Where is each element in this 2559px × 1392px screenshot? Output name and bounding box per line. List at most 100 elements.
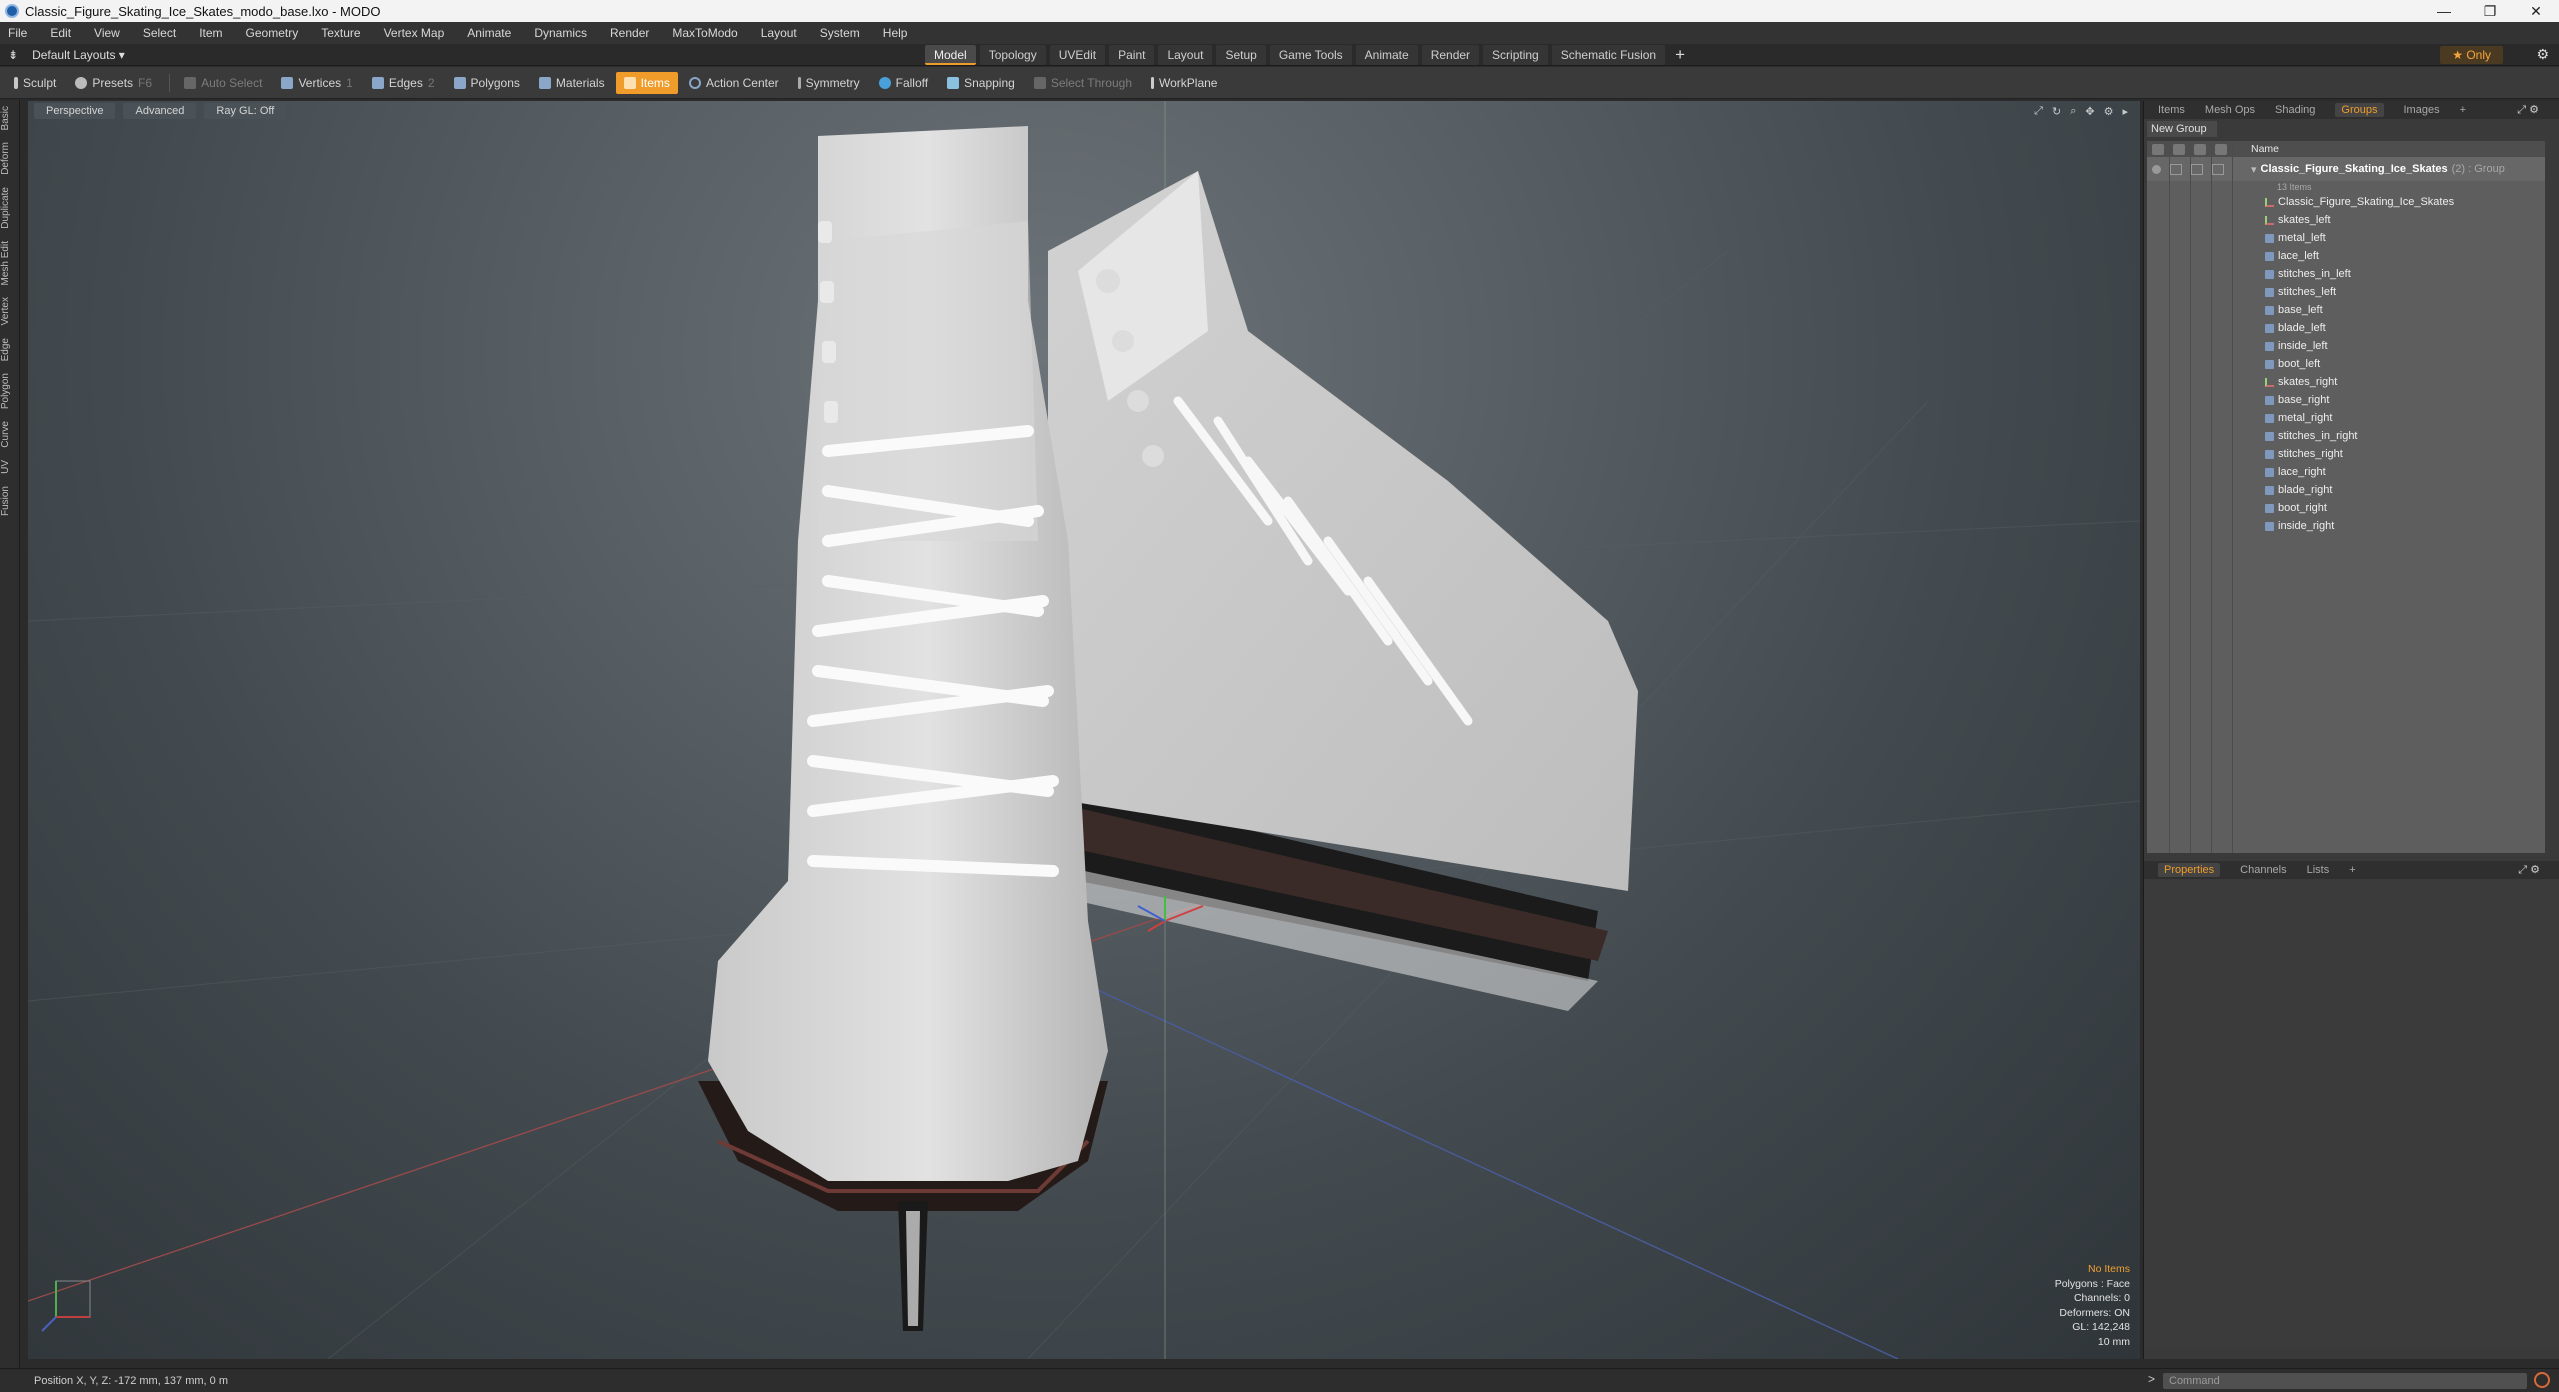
menu-edit[interactable]: Edit bbox=[50, 26, 71, 40]
tab-animate[interactable]: Animate bbox=[1355, 45, 1418, 65]
tab-render[interactable]: Render bbox=[1421, 45, 1480, 65]
menu-item[interactable]: Item bbox=[199, 26, 222, 40]
edges-button[interactable]: Edges 2 bbox=[364, 72, 443, 94]
tab-shading[interactable]: Shading bbox=[2275, 104, 2315, 116]
fit-view-icon[interactable]: ⤢ bbox=[2034, 105, 2043, 118]
list-item-label: base_left bbox=[2278, 304, 2323, 316]
sculpt-button[interactable]: Sculpt bbox=[6, 72, 64, 94]
mesh-icon bbox=[2265, 395, 2274, 405]
tab-vertex[interactable]: Vertex bbox=[0, 291, 20, 331]
tab-uvedit[interactable]: UVEdit bbox=[1049, 45, 1106, 65]
minimize-button[interactable]: — bbox=[2421, 3, 2467, 20]
workplane-button[interactable]: WorkPlane bbox=[1143, 72, 1225, 94]
add-properties-tab-icon[interactable]: + bbox=[2349, 864, 2355, 876]
items-button[interactable]: Items bbox=[615, 71, 678, 94]
right-skate-model[interactable] bbox=[1028, 171, 1638, 1011]
symmetry-button[interactable]: Symmetry bbox=[790, 72, 868, 94]
tab-topology[interactable]: Topology bbox=[979, 45, 1046, 65]
close-button[interactable]: ✕ bbox=[2513, 3, 2559, 20]
menu-select[interactable]: Select bbox=[143, 26, 176, 40]
viewport-settings-icon[interactable]: ⚙ bbox=[2104, 105, 2114, 118]
status-bar: Position X, Y, Z: -172 mm, 137 mm, 0 m >… bbox=[0, 1368, 2559, 1392]
menu-file[interactable]: File bbox=[8, 26, 27, 40]
polygons-button[interactable]: Polygons bbox=[446, 72, 528, 94]
menu-dynamics[interactable]: Dynamics bbox=[534, 26, 587, 40]
tab-scripting[interactable]: Scripting bbox=[1483, 45, 1548, 65]
grid-scale: 10 mm bbox=[2097, 1335, 2130, 1348]
presets-button[interactable]: Presets F6 bbox=[67, 72, 160, 94]
view-mode-dropdown[interactable]: Perspective bbox=[34, 103, 116, 119]
name-column-header[interactable]: Name bbox=[2251, 143, 2279, 155]
tab-setup[interactable]: Setup bbox=[1216, 45, 1266, 65]
tab-polygon[interactable]: Polygon bbox=[0, 367, 20, 415]
tab-deform[interactable]: Deform bbox=[0, 136, 20, 181]
snapping-button[interactable]: Snapping bbox=[939, 72, 1023, 94]
select-through-button[interactable]: Select Through bbox=[1026, 72, 1140, 94]
column-dividers bbox=[2147, 141, 2251, 853]
menu-maxtomodo[interactable]: MaxToModo bbox=[672, 26, 737, 40]
action-center-button[interactable]: Action Center bbox=[681, 72, 787, 94]
list-item-name-cell: skates_left bbox=[2251, 214, 2331, 226]
menu-geometry[interactable]: Geometry bbox=[246, 26, 299, 40]
vertices-button[interactable]: Vertices 1 bbox=[273, 72, 360, 94]
maximize-button[interactable]: ❐ bbox=[2467, 3, 2513, 20]
auto-select-button[interactable]: Auto Select bbox=[176, 72, 270, 94]
tab-uv[interactable]: UV bbox=[0, 454, 20, 480]
tab-edge[interactable]: Edge bbox=[0, 332, 20, 367]
tab-schematic-fusion[interactable]: Schematic Fusion bbox=[1551, 45, 1666, 65]
menu-vertex-map[interactable]: Vertex Map bbox=[384, 26, 445, 40]
add-tab-icon[interactable]: + bbox=[2460, 104, 2466, 116]
menu-layout[interactable]: Layout bbox=[761, 26, 797, 40]
z-axis-line bbox=[1077, 980, 1899, 1359]
gear-icon[interactable]: ⚙ bbox=[2536, 46, 2549, 63]
layout-tabs: Model Topology UVEdit Paint Layout Setup… bbox=[925, 44, 1685, 66]
materials-icon bbox=[538, 76, 551, 89]
list-item-label: skates_left bbox=[2278, 214, 2331, 226]
shading-mode-dropdown[interactable]: Advanced bbox=[123, 103, 197, 119]
tab-properties[interactable]: Properties bbox=[2158, 863, 2221, 877]
tab-basic[interactable]: Basic bbox=[0, 100, 20, 136]
menu-help[interactable]: Help bbox=[883, 26, 908, 40]
tab-images[interactable]: Images bbox=[2404, 104, 2440, 116]
list-item-name-cell: boot_left bbox=[2251, 358, 2320, 370]
tab-items[interactable]: Items bbox=[2158, 104, 2185, 116]
new-group-button[interactable]: New Group bbox=[2147, 121, 2217, 137]
viewport-header: Perspective Advanced Ray GL: Off bbox=[34, 103, 287, 119]
menu-render[interactable]: Render bbox=[610, 26, 649, 40]
command-history-icon[interactable] bbox=[2534, 1372, 2550, 1388]
menu-system[interactable]: System bbox=[820, 26, 860, 40]
menu-texture[interactable]: Texture bbox=[321, 26, 360, 40]
pin-icon[interactable]: ⇟ bbox=[8, 48, 18, 62]
tab-layout[interactable]: Layout bbox=[1158, 45, 1213, 65]
layout-selector[interactable]: Default Layouts ▾ bbox=[32, 48, 125, 62]
menu-animate[interactable]: Animate bbox=[467, 26, 511, 40]
tab-groups[interactable]: Groups bbox=[2335, 103, 2384, 117]
pan-view-icon[interactable]: ✥ bbox=[2085, 105, 2094, 118]
tab-mesh-ops[interactable]: Mesh Ops bbox=[2205, 104, 2255, 116]
list-item-label: inside_left bbox=[2278, 340, 2328, 352]
zoom-view-icon[interactable]: ⌕ bbox=[2070, 105, 2076, 118]
raygl-toggle[interactable]: Ray GL: Off bbox=[204, 103, 287, 119]
only-toggle[interactable]: ★ Only bbox=[2440, 46, 2503, 64]
tab-lists[interactable]: Lists bbox=[2307, 864, 2330, 876]
command-input[interactable]: Command bbox=[2163, 1373, 2527, 1389]
tab-mesh-edit[interactable]: Mesh Edit bbox=[0, 235, 20, 291]
add-layout-tab-button[interactable]: + bbox=[1675, 45, 1685, 65]
panel-expand-icon[interactable]: ⤢ ⚙ bbox=[2517, 103, 2539, 117]
tab-fusion[interactable]: Fusion bbox=[0, 480, 20, 522]
mesh-icon bbox=[2265, 287, 2274, 297]
3d-viewport[interactable]: Perspective Advanced Ray GL: Off ⤢ ↻ ⌕ ✥… bbox=[28, 101, 2140, 1359]
falloff-button[interactable]: Falloff bbox=[871, 72, 936, 94]
tab-duplicate[interactable]: Duplicate bbox=[0, 181, 20, 235]
rotate-view-icon[interactable]: ↻ bbox=[2052, 105, 2061, 118]
menu-view[interactable]: View bbox=[94, 26, 120, 40]
tab-paint[interactable]: Paint bbox=[1109, 45, 1155, 65]
tab-curve[interactable]: Curve bbox=[0, 415, 20, 454]
left-skate-model[interactable] bbox=[698, 126, 1108, 1331]
properties-expand-icon[interactable]: ⤢ ⚙ bbox=[2518, 863, 2540, 877]
materials-button[interactable]: Materials bbox=[531, 72, 613, 94]
expand-arrow-icon[interactable]: ▸ bbox=[2122, 105, 2128, 118]
tab-channels[interactable]: Channels bbox=[2240, 864, 2286, 876]
tab-game-tools[interactable]: Game Tools bbox=[1269, 45, 1352, 65]
tab-model[interactable]: Model bbox=[925, 45, 976, 65]
